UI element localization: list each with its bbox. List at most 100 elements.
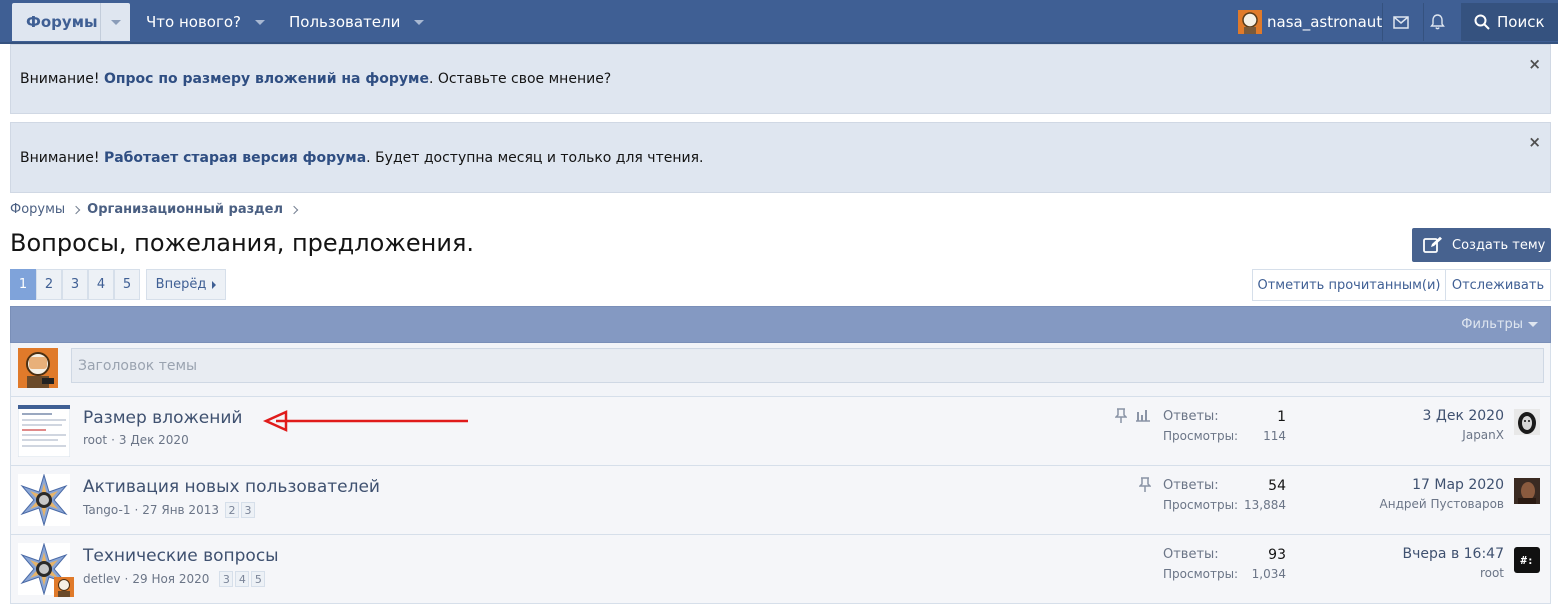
nav-forums-dropdown[interactable] [100, 3, 130, 41]
meta-separator: · [124, 572, 129, 586]
next-page-button[interactable]: Вперёд [146, 269, 226, 300]
page-link[interactable]: 5 [251, 571, 266, 587]
avatar[interactable] [1514, 409, 1540, 435]
thread-title[interactable]: Технические вопросы [83, 546, 279, 566]
thread-title[interactable]: Активация новых пользователей [83, 477, 380, 497]
notice-link[interactable]: Опрос по размеру вложений на форуме [104, 71, 429, 87]
avatar [18, 474, 70, 526]
last-post-user[interactable]: root [1403, 566, 1504, 580]
annotation-arrow-icon [262, 410, 468, 432]
avatar[interactable] [1514, 478, 1540, 504]
thread-date: 29 Ноя 2020 [132, 572, 210, 586]
nav-users-label: Пользователи [289, 13, 401, 31]
search-icon [1474, 14, 1490, 30]
avatar[interactable]: #: [1514, 547, 1540, 573]
account-menu[interactable]: nasa_astronaut [1238, 3, 1382, 41]
thread-mini-pagination: 2 3 [224, 502, 257, 518]
watch-button[interactable]: Отслеживать [1446, 269, 1551, 301]
quick-thread-row: Заголовок темы [10, 343, 1551, 397]
top-navigation: Форумы Что нового? Пользователи nasa_ast… [0, 0, 1558, 44]
bell-icon [1430, 14, 1445, 30]
replies-label: Ответы: [1163, 547, 1219, 562]
replies-label: Ответы: [1163, 478, 1219, 493]
thread-title[interactable]: Размер вложений [83, 408, 242, 428]
thread-author[interactable]: root [83, 433, 107, 447]
pagination: 1 2 3 4 5 Вперёд [10, 269, 226, 300]
nav-tab-forums[interactable]: Форумы [12, 3, 130, 41]
thread-stats: Ответы: 54 Просмотры: 13,884 [1163, 478, 1286, 512]
thread-row[interactable]: Технические вопросы detlev · 29 Ноя 2020… [10, 535, 1551, 604]
thread-author[interactable]: Tango-1 [83, 503, 130, 517]
views-label: Просмотры: [1163, 429, 1239, 443]
thread-author[interactable]: detlev [83, 572, 121, 586]
notice-prefix: Внимание! [20, 149, 104, 166]
notice-old-version: Внимание! Работает старая версия форума.… [10, 122, 1551, 193]
nav-tab-users[interactable]: Пользователи [289, 3, 425, 41]
breadcrumb-section[interactable]: Организационный раздел [87, 202, 283, 217]
page-link[interactable]: 5 [114, 269, 140, 300]
nav-whats-new-label: Что нового? [146, 13, 241, 31]
replies-count: 1 [1277, 409, 1286, 425]
username: nasa_astronaut [1267, 13, 1383, 31]
last-post-date[interactable]: Вчера в 16:47 [1403, 546, 1504, 562]
views-count: 13,884 [1244, 498, 1286, 512]
thread-date: 27 Янв 2013 [142, 503, 219, 517]
avatar [54, 577, 74, 597]
filter-bar: Фильтры [10, 306, 1551, 343]
nav-tab-whats-new[interactable]: Что нового? [146, 3, 265, 41]
close-icon[interactable]: × [1528, 133, 1541, 151]
chevron-down-icon [414, 19, 425, 25]
page-link[interactable]: 3 [219, 571, 234, 587]
filters-label: Фильтры [1461, 317, 1523, 332]
mark-read-button[interactable]: Отметить прочитанным(и) [1252, 269, 1446, 301]
breadcrumb: Форумы Организационный раздел [10, 202, 305, 217]
thread-stats: Ответы: 93 Просмотры: 1,034 [1163, 547, 1286, 581]
notice-suffix: . Будет доступна месяц и только для чтен… [366, 149, 704, 166]
create-thread-button[interactable]: Создать тему [1412, 228, 1551, 262]
page-link[interactable]: 3 [240, 502, 255, 518]
replies-count: 93 [1268, 547, 1286, 563]
chevron-right-icon [212, 280, 217, 289]
breadcrumb-forums[interactable]: Форумы [10, 202, 65, 217]
page-link[interactable]: 2 [224, 502, 239, 518]
notice-suffix: . Оставьте свое мнение? [428, 71, 612, 87]
last-post-user[interactable]: Андрей Пустоваров [1380, 497, 1504, 511]
pin-icon [1115, 408, 1127, 423]
page-link[interactable]: 2 [36, 269, 62, 300]
notice-poll: Внимание! Опрос по размеру вложений на ф… [10, 44, 1551, 114]
chevron-right-icon [289, 205, 299, 214]
filters-dropdown[interactable]: Фильтры [1461, 317, 1538, 332]
thread-mini-pagination: 3 4 5 [219, 571, 267, 587]
page-link[interactable]: 4 [88, 269, 114, 300]
last-post: Вчера в 16:47 root [1403, 546, 1504, 580]
thread-date: 3 Дек 2020 [118, 433, 189, 447]
last-post-date[interactable]: 17 Мар 2020 [1380, 477, 1504, 493]
thread-row[interactable]: Активация новых пользователей Tango-1 · … [10, 466, 1551, 535]
page-link[interactable]: 3 [62, 269, 88, 300]
notice-link[interactable]: Работает старая версия форума [104, 150, 366, 166]
meta-separator: · [111, 433, 115, 447]
thread-meta: detlev · 29 Ноя 2020 3 4 5 [83, 571, 267, 587]
page-title: Вопросы, пожелания, предложения. [10, 229, 475, 257]
page-link[interactable]: 1 [10, 269, 36, 300]
last-post-date[interactable]: 3 Дек 2020 [1423, 408, 1504, 424]
close-icon[interactable]: × [1528, 55, 1541, 73]
thread-row[interactable]: Размер вложений root · 3 Дек 2020 Ответы… [10, 397, 1551, 466]
last-post: 3 Дек 2020 JapanX [1423, 408, 1504, 442]
chevron-down-icon [255, 19, 265, 25]
create-thread-label: Создать тему [1452, 237, 1546, 253]
thread-thumbnail [18, 405, 70, 457]
nav-forums-label: Форумы [26, 13, 98, 31]
replies-label: Ответы: [1163, 409, 1219, 424]
search-button[interactable]: Поиск [1474, 3, 1545, 41]
page-link[interactable]: 4 [235, 571, 250, 587]
replies-count: 54 [1268, 478, 1286, 494]
chevron-down-icon [110, 19, 121, 25]
thread-title-input[interactable]: Заголовок темы [71, 348, 1544, 383]
alerts-button[interactable] [1430, 3, 1445, 41]
inbox-button[interactable] [1393, 3, 1409, 41]
notice-text: Внимание! Работает старая версия форума.… [20, 150, 703, 166]
thread-list-actions: Отметить прочитанным(и) Отслеживать [1252, 269, 1551, 301]
last-post-user[interactable]: JapanX [1423, 428, 1504, 442]
edit-icon [1423, 236, 1442, 253]
